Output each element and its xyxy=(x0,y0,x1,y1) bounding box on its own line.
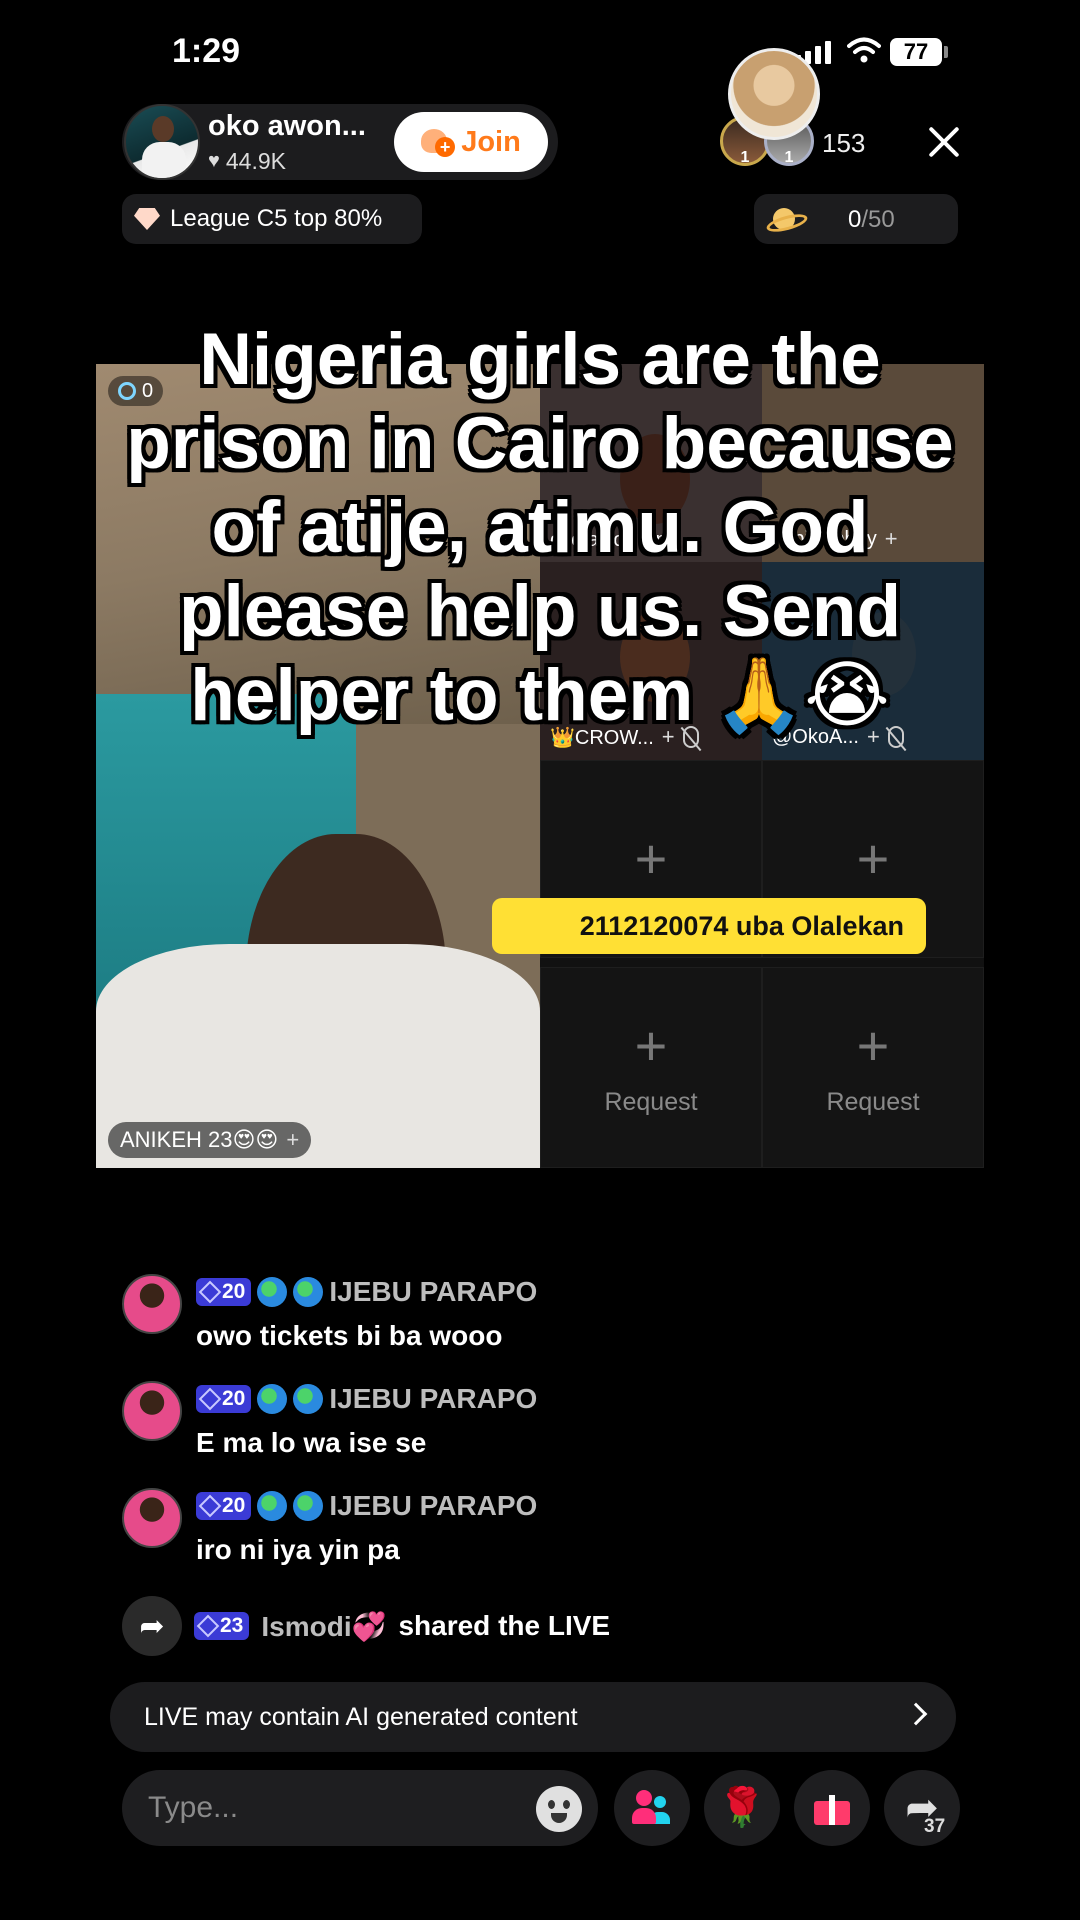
level-badge: 20 xyxy=(196,1385,252,1413)
request-label: Request xyxy=(826,1088,920,1116)
gift-button[interactable] xyxy=(794,1770,870,1846)
join-button[interactable]: Join xyxy=(394,112,548,172)
chat-username[interactable]: IJEBU PARAPO xyxy=(329,1383,537,1415)
request-slot[interactable]: + Request xyxy=(762,967,984,1168)
planet-goal-badge[interactable]: 0/50 xyxy=(754,194,958,244)
multi-guest-button[interactable] xyxy=(614,1770,690,1846)
wifi-icon xyxy=(847,37,881,63)
rose-icon: 🌹 xyxy=(718,1787,766,1829)
host-avatar[interactable] xyxy=(124,104,200,180)
diamond-icon xyxy=(198,1280,222,1304)
ai-notice-text: LIVE may contain AI generated content xyxy=(144,1702,578,1731)
chat-meta: 20 IJEBU PARAPO xyxy=(196,1276,537,1308)
host-likes: ♥ 44.9K xyxy=(208,148,286,175)
people-icon xyxy=(632,1790,672,1826)
join-label: Join xyxy=(461,125,521,158)
diamond-icon xyxy=(196,1614,220,1638)
planet-icon xyxy=(766,204,800,234)
heart-icon: ♥ xyxy=(208,150,220,172)
request-label: Request xyxy=(604,1088,698,1116)
plus-icon: + xyxy=(856,827,890,890)
viewer-count[interactable]: 153 xyxy=(822,128,865,159)
battery-tip xyxy=(944,46,948,58)
join-icon xyxy=(421,127,456,157)
follow-plus-icon[interactable]: + xyxy=(286,1127,299,1153)
gem-icon xyxy=(134,208,160,230)
close-icon[interactable] xyxy=(920,118,968,166)
chevron-right-icon xyxy=(904,1702,928,1726)
status-time: 1:29 xyxy=(172,32,241,70)
donation-banner: 2112120074 uba Olalekan xyxy=(492,898,926,954)
plus-icon: + xyxy=(634,1014,668,1077)
globe-icon xyxy=(257,1491,288,1521)
globe-icon xyxy=(257,1384,288,1414)
share-username[interactable]: Ismodi💞 xyxy=(261,1610,386,1643)
ai-content-notice[interactable]: LIVE may contain AI generated content xyxy=(110,1682,956,1752)
planet-count: 0/50 xyxy=(848,206,895,233)
share-button[interactable]: ➦ xyxy=(884,1770,960,1846)
rose-gift-button[interactable]: 🌹 xyxy=(704,1770,780,1846)
chat-avatar[interactable] xyxy=(122,1488,182,1548)
level-badge: 23 xyxy=(194,1612,250,1640)
league-badge[interactable]: League C5 top 80% xyxy=(122,194,422,244)
chat-text: owo tickets bi ba wooo xyxy=(196,1320,503,1351)
globe-icon xyxy=(257,1277,288,1307)
guest-avatar[interactable] xyxy=(728,48,820,140)
diamond-icon xyxy=(198,1494,222,1518)
level-badge: 20 xyxy=(196,1492,252,1520)
main-guest-label[interactable]: ANIKEH 23😍😍 + xyxy=(108,1122,312,1158)
request-slot[interactable]: + Request xyxy=(540,967,762,1168)
battery-icon: 77 xyxy=(890,38,942,66)
share-event: ➦ 23 Ismodi💞 shared the LIVE xyxy=(122,1596,610,1656)
host-name[interactable]: oko awon... xyxy=(208,110,366,143)
chat-text: iro ni iya yin pa xyxy=(196,1534,400,1565)
chat-avatar[interactable] xyxy=(122,1274,182,1334)
chat-meta: 20 IJEBU PARAPO xyxy=(196,1383,537,1415)
chat-username[interactable]: IJEBU PARAPO xyxy=(329,1276,537,1308)
comment-input[interactable] xyxy=(122,1770,598,1846)
globe-icon xyxy=(293,1491,324,1521)
chat-meta: 20 IJEBU PARAPO xyxy=(196,1490,537,1522)
share-action: shared the LIVE xyxy=(398,1610,611,1641)
diamond-icon xyxy=(198,1387,222,1411)
league-label: League C5 top 80% xyxy=(170,205,383,232)
share-event-icon: ➦ xyxy=(122,1596,182,1656)
plus-icon: + xyxy=(856,1014,890,1077)
chat-username[interactable]: IJEBU PARAPO xyxy=(329,1490,537,1522)
level-badge: 20 xyxy=(196,1278,252,1306)
host-likes-count: 44.9K xyxy=(225,148,286,174)
share-count: 37 xyxy=(924,1816,946,1837)
plus-icon: + xyxy=(634,827,668,890)
status-bar: 1:29 77 xyxy=(0,0,1080,100)
globe-icon xyxy=(293,1384,324,1414)
gift-icon xyxy=(814,1791,850,1825)
chat-avatar[interactable] xyxy=(122,1381,182,1441)
chat-text: E ma lo wa ise se xyxy=(196,1427,427,1458)
emoji-icon[interactable] xyxy=(536,1786,582,1832)
overlay-caption: Nigeria girls are the prison in Cairo be… xyxy=(126,319,954,736)
globe-icon xyxy=(293,1277,324,1307)
